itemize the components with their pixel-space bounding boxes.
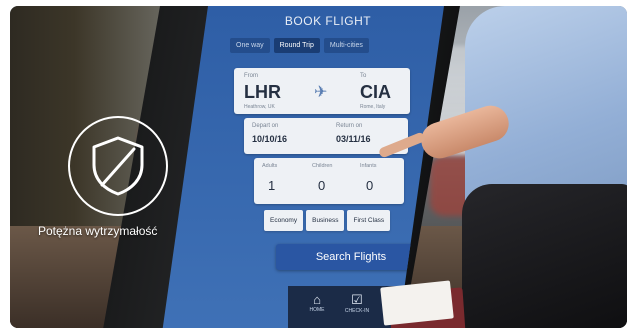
nav-check-in-label: CHECK-IN	[344, 308, 370, 314]
to-city: Rome, Italy	[360, 104, 386, 110]
boarding-pass	[380, 280, 454, 326]
kiosk-title: BOOK FLIGHT	[284, 14, 372, 28]
from-code: LHR	[244, 82, 281, 102]
tab-round-trip[interactable]: Round Trip	[273, 38, 320, 53]
depart-label: Depart on	[252, 123, 279, 129]
tab-multi-cities[interactable]: Multi-cities	[323, 38, 369, 53]
traveler-bag	[462, 184, 627, 328]
feature-caption: Potężna wytrzymałość	[38, 224, 158, 238]
to-label: To	[360, 73, 367, 79]
class-economy-button[interactable]: Economy	[264, 210, 304, 231]
passengers-card[interactable]: Adults 1 Children 0 Infants 0	[254, 158, 404, 204]
route-card[interactable]: From LHR Heathrow, UK ✈ To CIA Rome, Ita…	[234, 68, 410, 114]
from-city: Heathrow, UK	[244, 104, 275, 110]
hero-image: BOOK FLIGHT One way Round Trip Multi-cit…	[10, 6, 627, 328]
nav-home[interactable]: ⌂ HOME	[302, 292, 332, 313]
plane-icon: ✈	[314, 84, 328, 101]
infants-label: Infants	[360, 163, 377, 169]
tab-one-way[interactable]: One way	[230, 38, 270, 53]
children-label: Children	[312, 163, 333, 169]
return-label: Return on	[336, 123, 363, 129]
class-first-button[interactable]: First Class	[347, 210, 391, 231]
depart-date: 10/10/16	[252, 134, 288, 144]
trip-type-tabs: One way Round Trip Multi-cities	[230, 38, 369, 53]
class-business-button[interactable]: Business	[306, 210, 345, 231]
search-flights-button[interactable]: Search Flights	[276, 244, 426, 270]
kiosk-screen: BOOK FLIGHT One way Round Trip Multi-cit…	[162, 6, 444, 328]
return-date: 03/11/16	[336, 134, 371, 144]
cabin-class-row: Economy Business First Class	[264, 210, 391, 231]
check-in-icon: ☑	[351, 292, 363, 307]
shield-slash-icon	[92, 136, 144, 196]
adults-value[interactable]: 1	[268, 178, 275, 193]
nav-check-in[interactable]: ☑ CHECK-IN	[342, 292, 372, 314]
from-label: From	[244, 73, 258, 79]
children-value[interactable]: 0	[318, 178, 325, 193]
nav-home-label: HOME	[309, 307, 325, 313]
adults-label: Adults	[262, 163, 278, 169]
infants-value[interactable]: 0	[366, 178, 373, 193]
feature-badge	[68, 116, 168, 216]
to-code: CIA	[360, 82, 391, 102]
home-icon: ⌂	[313, 292, 321, 307]
